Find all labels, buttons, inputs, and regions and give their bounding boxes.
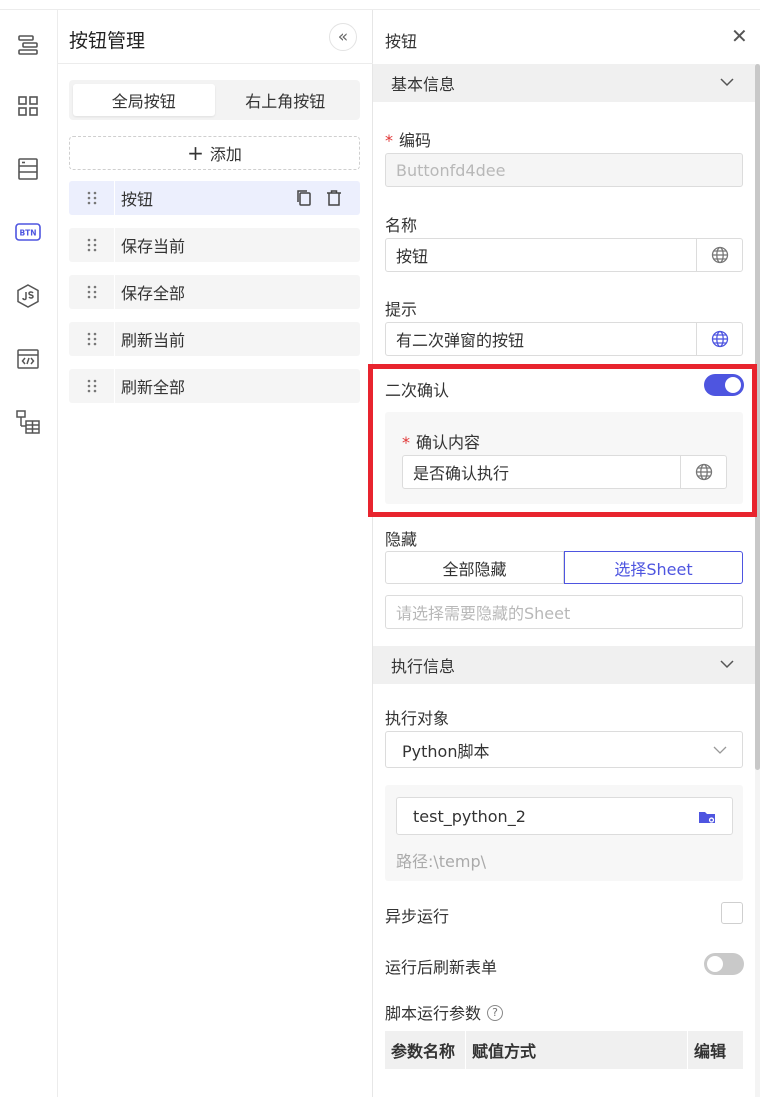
hint-label: 提示 [385, 300, 418, 319]
name-value: 按钮 [396, 247, 429, 266]
chevron-down-icon [720, 660, 734, 669]
list-item[interactable]: 保存当前 [69, 228, 360, 262]
column-header: 赋值方式 [466, 1031, 688, 1069]
list-item[interactable]: 保存全部 [69, 275, 360, 309]
exec-target-label: 执行对象 [385, 709, 450, 728]
placeholder-text: 请选择需要隐藏的Sheet [396, 604, 571, 623]
column-header: 编辑 [694, 1042, 727, 1061]
script-name: test_python_2 [413, 806, 526, 826]
select-value: Python脚本 [402, 741, 490, 761]
hide-label: 隐藏 [385, 530, 418, 549]
folder-icon[interactable] [698, 809, 716, 825]
tree-table-icon[interactable] [12, 406, 44, 438]
top-border [0, 0, 760, 10]
params-table-header: 参数名称 赋值方式 编辑 [385, 1031, 743, 1069]
button-scope-tabs: 全局按钮 右上角按钮 [69, 80, 360, 120]
script-path: 路径:\temp\ [396, 852, 487, 871]
list-item-label: 保存全部 [121, 284, 186, 303]
properties-title: 按钮 [385, 32, 418, 51]
close-icon[interactable]: ✕ [731, 26, 748, 46]
drag-handle-icon[interactable] [69, 228, 115, 262]
hide-sheet-input[interactable]: 请选择需要隐藏的Sheet [385, 595, 743, 629]
highlight-frame [368, 364, 757, 517]
hint-field[interactable]: 有二次弹窗的按钮 [385, 322, 743, 356]
name-label: 名称 [385, 216, 418, 235]
section-exec-info[interactable]: 执行信息 [373, 646, 755, 684]
code-field: Buttonfd4dee [385, 153, 743, 187]
tab-top-right-buttons[interactable]: 右上角按钮 [215, 84, 357, 116]
list-item-label: 保存当前 [121, 237, 186, 256]
refresh-label: 运行后刷新表单 [385, 958, 498, 977]
left-icon-rail: BTN [0, 10, 58, 1097]
refresh-toggle[interactable] [704, 953, 744, 975]
name-field[interactable]: 按钮 [385, 238, 743, 272]
select-sheet-option[interactable]: 选择Sheet [564, 551, 743, 584]
drag-handle-icon[interactable] [69, 322, 115, 356]
item-actions [296, 189, 342, 207]
script-name-field[interactable]: test_python_2 [396, 797, 733, 835]
btn-badge-icon[interactable]: BTN [12, 216, 44, 248]
hide-all-option[interactable]: 全部隐藏 [385, 551, 564, 584]
properties-panel: 按钮 ✕ 基本信息 * 编码 Buttonfd4dee 名称 按钮 提示 有二次弹… [373, 10, 760, 1097]
nodejs-icon[interactable] [12, 280, 44, 312]
drag-handle-icon[interactable] [69, 181, 115, 215]
params-label: 脚本运行参数? [385, 1000, 504, 1024]
async-checkbox[interactable] [721, 902, 743, 924]
chevron-down-icon [713, 746, 727, 754]
toggle-knob [707, 956, 723, 972]
button-management-panel: 按钮管理 « 全局按钮 右上角按钮 + 添加 按钮 保存当前 保存全部 刷新当前… [58, 10, 373, 1097]
svg-text:BTN: BTN [19, 229, 36, 238]
tab-global-buttons[interactable]: 全局按钮 [73, 84, 215, 116]
add-button-label: 添加 [209, 145, 242, 164]
section-title: 执行信息 [391, 657, 456, 676]
drag-handle-icon[interactable] [69, 275, 115, 309]
async-label: 异步运行 [385, 907, 450, 926]
code-window-icon[interactable] [12, 343, 44, 375]
exec-target-select[interactable]: Python脚本 [385, 731, 743, 768]
delete-icon[interactable] [326, 189, 342, 207]
section-basic-info[interactable]: 基本信息 [373, 64, 755, 102]
list-item[interactable]: 按钮 [69, 181, 360, 215]
section-title: 基本信息 [391, 75, 456, 94]
code-label: * 编码 [385, 131, 432, 150]
globe-icon [711, 246, 728, 264]
required-mark: * [385, 131, 393, 150]
button-list: 按钮 保存当前 保存全部 刷新当前 刷新全部 [69, 181, 360, 416]
help-icon[interactable]: ? [487, 1004, 504, 1021]
list-item-label: 刷新当前 [121, 331, 186, 350]
drag-handle-icon[interactable] [69, 369, 115, 403]
collapse-button[interactable]: « [329, 23, 357, 51]
list-item-label: 刷新全部 [121, 378, 186, 397]
globe-icon [711, 330, 728, 348]
hint-value: 有二次弹窗的按钮 [396, 331, 525, 350]
double-chevron-left-icon: « [337, 27, 349, 47]
list-item[interactable]: 刷新全部 [69, 369, 360, 403]
list-item[interactable]: 刷新当前 [69, 322, 360, 356]
hide-mode-selector: 全部隐藏 选择Sheet [385, 551, 743, 584]
layers-icon[interactable] [12, 29, 44, 61]
copy-icon[interactable] [296, 189, 312, 207]
chevron-down-icon [720, 78, 734, 87]
add-button[interactable]: + 添加 [69, 136, 360, 170]
i18n-button[interactable] [696, 239, 742, 271]
i18n-button[interactable] [696, 323, 742, 355]
script-config: test_python_2 路径:\temp\ [385, 785, 743, 881]
grid-icon[interactable] [12, 90, 44, 122]
column-header: 参数名称 [385, 1031, 466, 1069]
table-icon[interactable] [12, 153, 44, 185]
plus-icon: + [187, 141, 204, 165]
divider [58, 63, 373, 64]
panel-title: 按钮管理 [69, 30, 146, 52]
list-item-label: 按钮 [121, 190, 154, 209]
